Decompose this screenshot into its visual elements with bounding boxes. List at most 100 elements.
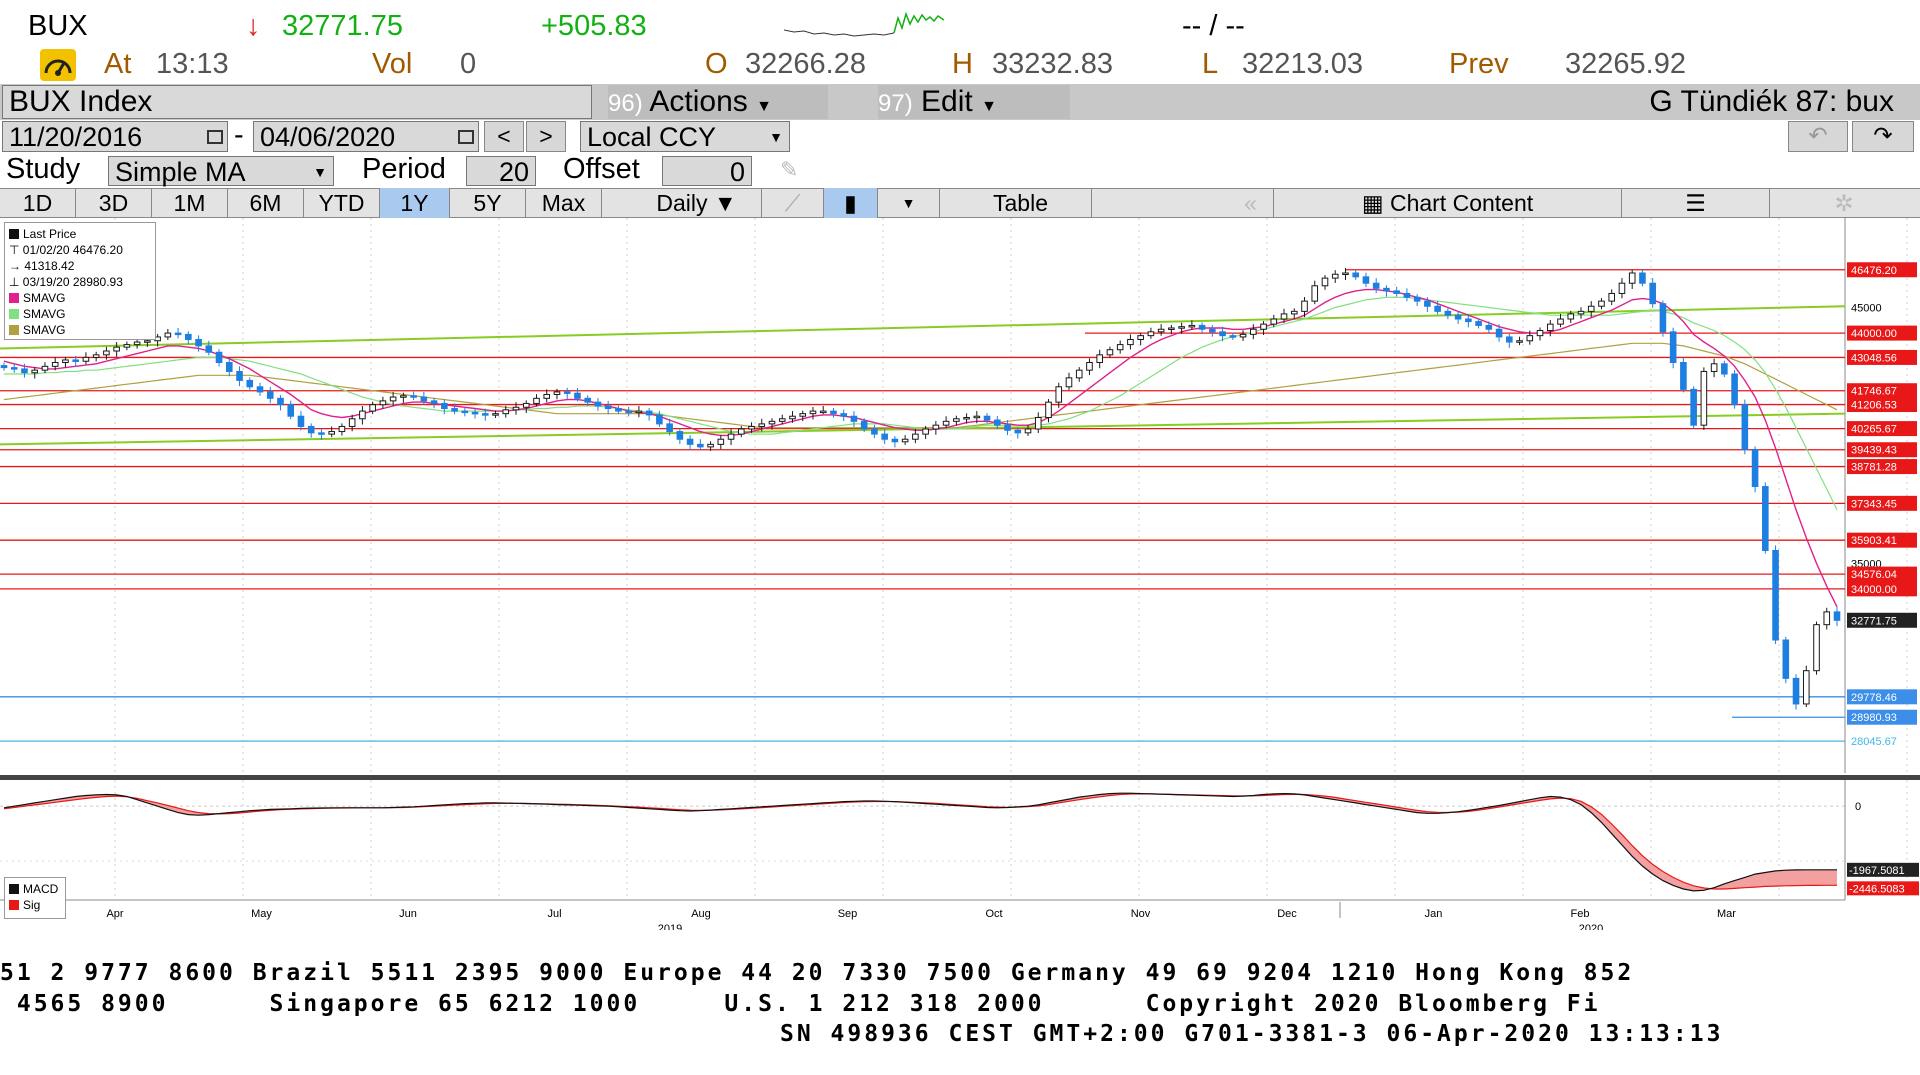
macd-chart[interactable]: 0 -1967.5081 -2446.5083 Apr May Jun Jul Aug Sep O… (0, 780, 1920, 930)
frequency-select[interactable]: Daily ▼ (632, 188, 762, 218)
candle[interactable] (994, 419, 1001, 426)
candle[interactable] (1321, 277, 1329, 287)
candle[interactable] (420, 396, 428, 402)
gear-icon[interactable]: ✲ (1770, 188, 1918, 218)
candle[interactable] (1680, 362, 1687, 390)
candle[interactable] (676, 431, 684, 440)
candle[interactable] (881, 433, 888, 440)
candle[interactable] (953, 418, 960, 422)
candle-icon[interactable]: ▮ (824, 188, 878, 218)
candle[interactable] (1557, 318, 1564, 325)
candle[interactable] (1311, 285, 1319, 302)
candle[interactable] (164, 332, 172, 338)
candle[interactable] (522, 402, 530, 408)
candle[interactable] (400, 395, 407, 398)
candle[interactable] (1055, 386, 1063, 403)
tab-1y[interactable]: 1Y (380, 188, 450, 218)
candle[interactable] (1823, 611, 1831, 626)
candle[interactable] (697, 443, 704, 448)
candle[interactable] (778, 418, 786, 422)
candle[interactable] (1239, 333, 1247, 338)
tab-3d[interactable]: 3D (76, 188, 152, 218)
candle[interactable] (481, 413, 489, 416)
end-date-field[interactable]: 04/06/2020 (253, 121, 479, 152)
candle[interactable] (379, 400, 387, 406)
candle[interactable] (1485, 324, 1493, 330)
candle[interactable] (461, 410, 469, 414)
redo-icon[interactable]: ↷ (1852, 121, 1914, 152)
collapse-icon[interactable]: « (1228, 188, 1274, 218)
candle[interactable] (563, 391, 571, 394)
candle[interactable] (225, 362, 233, 372)
tab-1m[interactable]: 1M (152, 188, 228, 218)
candle[interactable] (594, 401, 602, 407)
candle[interactable] (1495, 328, 1503, 338)
candle[interactable] (666, 423, 673, 433)
candle[interactable] (359, 410, 366, 420)
candle[interactable] (1188, 324, 1196, 328)
candle[interactable] (441, 402, 448, 410)
candle[interactable] (369, 404, 376, 412)
candle[interactable] (758, 423, 766, 427)
tab-5y[interactable]: 5Y (450, 188, 526, 218)
candle[interactable] (604, 405, 612, 410)
candle[interactable] (819, 410, 827, 414)
candle[interactable] (21, 368, 28, 374)
candle[interactable] (1168, 327, 1175, 330)
candle[interactable] (1659, 303, 1667, 333)
offset-input[interactable]: 0 (662, 156, 752, 187)
candle[interactable] (584, 397, 591, 403)
candle[interactable] (1209, 328, 1216, 333)
candle[interactable] (1034, 416, 1042, 430)
candle[interactable] (768, 420, 776, 425)
candle[interactable] (256, 386, 264, 393)
candle[interactable] (1004, 424, 1011, 431)
chart-type-dropdown[interactable]: ▼ (878, 188, 940, 218)
candle[interactable] (1424, 300, 1431, 307)
candle[interactable] (1506, 336, 1513, 343)
candle[interactable] (748, 425, 755, 430)
candle[interactable] (430, 400, 438, 404)
candle[interactable] (737, 428, 745, 435)
tab-ytd[interactable]: YTD (304, 188, 380, 218)
candle[interactable] (1229, 335, 1237, 338)
candle[interactable] (1526, 335, 1534, 342)
candle[interactable] (246, 379, 254, 388)
candle[interactable] (543, 393, 551, 399)
candle[interactable] (1669, 331, 1677, 364)
candle[interactable] (1536, 330, 1544, 337)
candle[interactable] (871, 428, 878, 435)
candle[interactable] (1454, 314, 1462, 320)
candle[interactable] (901, 438, 909, 443)
candle[interactable] (1393, 290, 1400, 294)
candle[interactable] (410, 395, 417, 398)
actions-menu[interactable]: 96) Actions ▼ (608, 85, 828, 119)
candle[interactable] (656, 414, 663, 425)
candle[interactable] (144, 340, 151, 343)
candle[interactable] (1792, 677, 1800, 705)
candle[interactable] (860, 420, 868, 430)
candle[interactable] (942, 420, 950, 426)
candle[interactable] (850, 415, 858, 422)
candle[interactable] (830, 410, 837, 415)
candle[interactable] (625, 410, 632, 414)
candle[interactable] (1434, 305, 1441, 312)
candle[interactable] (1219, 331, 1226, 337)
candle[interactable] (1045, 401, 1052, 418)
candle[interactable] (113, 346, 120, 352)
candle[interactable] (1157, 328, 1165, 333)
candle[interactable] (1465, 318, 1472, 323)
candle[interactable] (1342, 272, 1349, 275)
candle[interactable] (574, 392, 581, 399)
candle[interactable] (185, 333, 192, 340)
candle[interactable] (1198, 324, 1206, 330)
calendar-icon[interactable] (458, 130, 474, 144)
candle[interactable] (963, 416, 970, 420)
candle[interactable] (215, 351, 223, 364)
candle[interactable] (1516, 340, 1523, 343)
candle[interactable] (1577, 310, 1585, 315)
candle[interactable] (1700, 370, 1708, 426)
candle[interactable] (922, 428, 929, 435)
candle[interactable] (1628, 272, 1636, 284)
candle[interactable] (62, 359, 69, 364)
